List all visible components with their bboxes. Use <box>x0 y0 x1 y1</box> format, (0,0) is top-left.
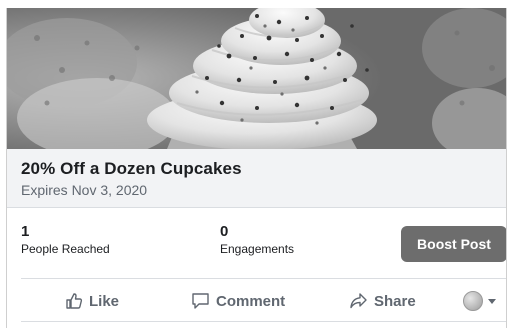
engagements-value: 0 <box>220 223 229 240</box>
globe-icon <box>463 291 483 311</box>
offer-post-card: 20% Off a Dozen Cupcakes Expires Nov 3, … <box>6 8 507 328</box>
offer-expiry: Expires Nov 3, 2020 <box>21 182 148 198</box>
engagements-stat[interactable]: 0 Engagements <box>220 223 294 256</box>
like-button[interactable]: Like <box>65 290 119 312</box>
like-label: Like <box>89 292 120 310</box>
people-reached-stat[interactable]: 1 People Reached <box>21 223 110 256</box>
boost-post-button[interactable]: Boost Post <box>401 226 506 262</box>
offer-info: 20% Off a Dozen Cupcakes Expires Nov 3, … <box>7 149 506 208</box>
comment-label: Comment <box>216 292 286 310</box>
post-insights: 1 People Reached 0 Engagements Boost Pos… <box>7 209 506 279</box>
engagements-label: Engagements <box>220 242 295 256</box>
chevron-down-icon <box>488 298 496 304</box>
audience-selector[interactable] <box>463 288 503 314</box>
people-reached-label: People Reached <box>21 242 110 256</box>
cupcake-image <box>7 8 506 149</box>
post-action-bar: Like Comment Share <box>7 279 506 321</box>
share-label: Share <box>374 292 416 310</box>
share-button[interactable]: Share <box>349 290 416 312</box>
cupcake-photo <box>7 8 506 149</box>
people-reached-value: 1 <box>21 223 30 240</box>
comment-button[interactable]: Comment <box>191 290 285 312</box>
comment-icon <box>192 293 209 309</box>
bottom-divider <box>21 321 506 322</box>
offer-title[interactable]: 20% Off a Dozen Cupcakes <box>21 159 242 179</box>
share-icon <box>350 293 367 309</box>
thumbs-up-icon <box>66 293 83 309</box>
